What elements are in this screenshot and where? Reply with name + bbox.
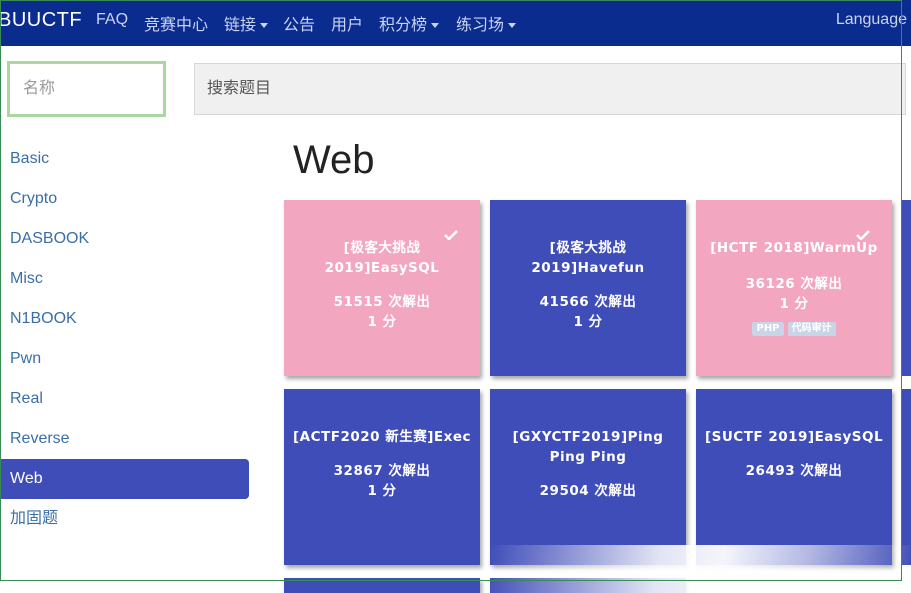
check-icon xyxy=(856,230,870,240)
search-challenge-input[interactable] xyxy=(194,63,906,115)
challenge-solves: 36126 次解出 xyxy=(745,276,843,292)
challenge-card[interactable]: [SUCTF 2019]EasySQL 26493 次解出 xyxy=(696,389,892,565)
tag-badge: 代码审计 xyxy=(787,322,836,336)
tag-badge: PHP xyxy=(752,322,784,336)
name-filter-input[interactable] xyxy=(7,61,166,117)
challenge-name: [HCTF 2018]WarmUp xyxy=(710,240,878,256)
challenge-card[interactable]: [ACTF2020 新生赛]Exec 32867 次解出 1 分 xyxy=(284,389,480,565)
challenge-card[interactable]: [GXYCTF2019]Ping Ping Ping 29504 次解出 xyxy=(490,389,686,565)
nav-scoreboard-dropdown[interactable]: 积分榜 xyxy=(379,11,440,35)
challenge-card[interactable]: [HCTF 2018]WarmUp 36126 次解出 1 分 PHP 代码审计 xyxy=(696,200,892,376)
sidebar-item-basic[interactable]: Basic xyxy=(0,139,250,179)
check-icon xyxy=(444,230,458,240)
nav-links-label: 链接 xyxy=(224,17,257,34)
challenge-card-partial[interactable] xyxy=(490,578,686,593)
challenge-card[interactable]: [极客大挑战 2019]Havefun 41566 次解出 1 分 xyxy=(490,200,686,376)
nav-faq[interactable]: FAQ xyxy=(96,11,128,29)
challenge-card-partial[interactable] xyxy=(284,578,480,593)
sidebar-item-misc[interactable]: Misc xyxy=(0,259,250,299)
nav-users[interactable]: 用户 xyxy=(331,11,363,35)
nav-practice-label: 练习场 xyxy=(456,17,505,34)
nav-announcements[interactable]: 公告 xyxy=(283,11,315,35)
sidebar-item-n1book[interactable]: N1BOOK xyxy=(0,299,250,339)
challenge-tags: PHP 代码审计 xyxy=(696,316,892,336)
nav-faq-label: FAQ xyxy=(96,11,129,28)
nav-competition-center-label: 竞赛中心 xyxy=(144,17,209,34)
sidebar-item-web[interactable]: Web xyxy=(0,459,249,499)
chevron-down-icon xyxy=(431,23,440,29)
challenge-name: [SUCTF 2019]EasySQL xyxy=(704,429,884,445)
challenge-solves: 29504 次解出 xyxy=(539,483,637,499)
sidebar-item-real[interactable]: Real xyxy=(0,379,250,419)
challenge-solves: 26493 次解出 xyxy=(745,463,843,479)
brand-logo[interactable]: BUUCTF xyxy=(0,9,82,32)
challenge-name: [极客大挑战 2019]EasySQL xyxy=(324,240,440,276)
nav-announcements-label: 公告 xyxy=(283,17,316,34)
challenge-solves: 32867 次解出 xyxy=(333,463,431,479)
sidebar-item-hardening[interactable]: 加固题 xyxy=(0,499,250,539)
sidebar-item-dasbook[interactable]: DASBOOK xyxy=(0,219,250,259)
language-dropdown[interactable]: Language xyxy=(836,11,907,29)
page: BUUCTF FAQ 竞赛中心 链接 公告 用户 积分榜 练习场 Languag… xyxy=(0,0,911,593)
challenge-card[interactable]: [极客大挑战 2019]EasySQL 51515 次解出 1 分 xyxy=(284,200,480,376)
challenge-solves: 51515 次解出 xyxy=(333,294,431,310)
sidebar-item-reverse[interactable]: Reverse xyxy=(0,419,250,459)
top-navbar: BUUCTF FAQ 竞赛中心 链接 公告 用户 积分榜 练习场 Languag… xyxy=(0,0,911,46)
challenge-name: [极客大挑战 2019]Havefun xyxy=(531,240,645,276)
nav-practice-dropdown[interactable]: 练习场 xyxy=(456,11,517,35)
sidebar-item-crypto[interactable]: Crypto xyxy=(0,179,250,219)
nav-links-dropdown[interactable]: 链接 xyxy=(224,11,269,35)
challenge-card-partial[interactable] xyxy=(901,389,911,565)
nav-users-label: 用户 xyxy=(331,17,364,34)
page-title: Web xyxy=(293,138,375,182)
challenge-solves: 41566 次解出 xyxy=(539,294,637,310)
chevron-down-icon xyxy=(260,23,269,29)
challenge-points: 1 分 xyxy=(367,314,397,330)
challenge-card-partial[interactable] xyxy=(901,200,911,376)
sidebar-item-pwn[interactable]: Pwn xyxy=(0,339,250,379)
challenge-name: [GXYCTF2019]Ping Ping Ping xyxy=(512,429,664,465)
challenge-points: 1 分 xyxy=(573,314,603,330)
challenge-points: 1 分 xyxy=(367,483,397,499)
challenge-name: [ACTF2020 新生赛]Exec xyxy=(293,429,471,445)
nav-scoreboard-label: 积分榜 xyxy=(379,17,428,34)
category-sidebar: Basic Crypto DASBOOK Misc N1BOOK Pwn Rea… xyxy=(0,139,250,539)
chevron-down-icon xyxy=(508,23,517,29)
nav-competition-center[interactable]: 竞赛中心 xyxy=(144,11,208,35)
challenge-points: 1 分 xyxy=(779,296,809,312)
